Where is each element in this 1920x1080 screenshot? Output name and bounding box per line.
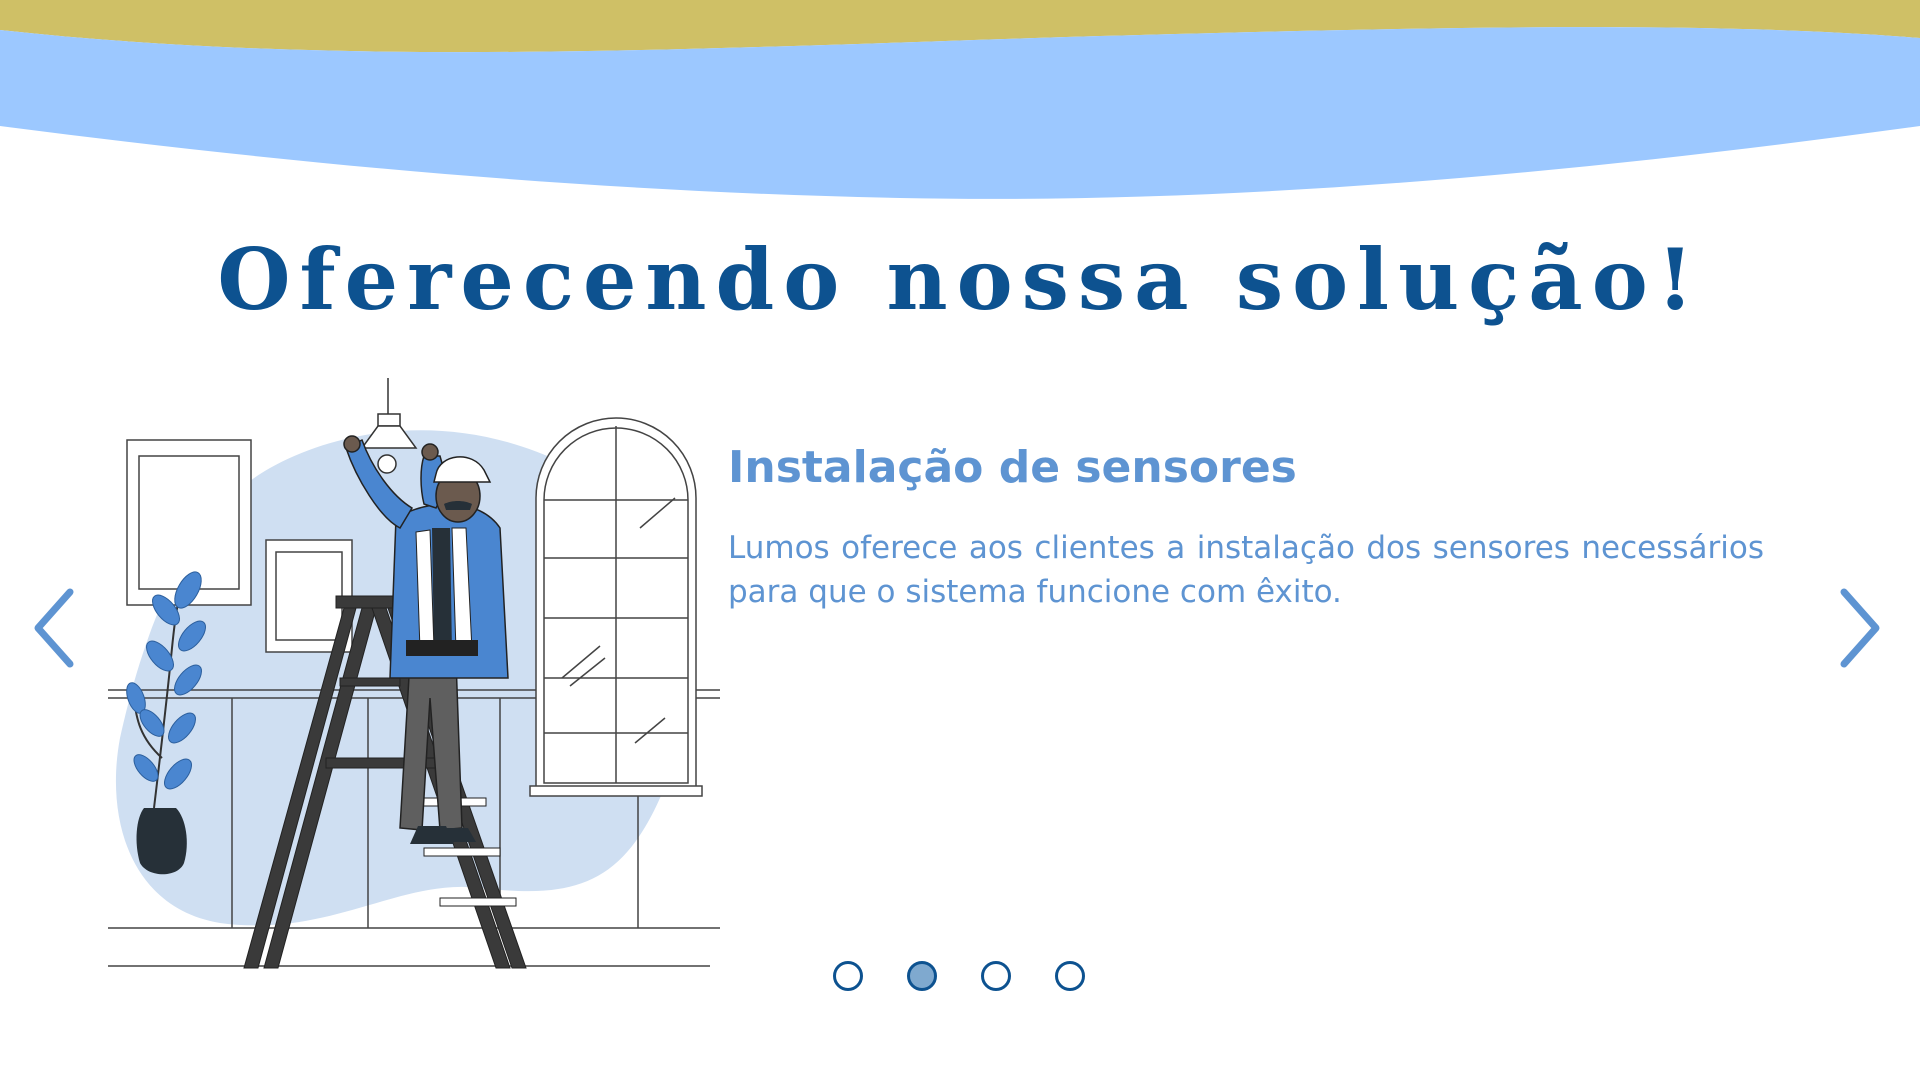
chevron-left-icon [34,588,74,668]
slide-text-block: Instalação de sensores Lumos oferece aos… [728,440,1764,614]
carousel-dot-3[interactable] [981,961,1011,991]
slide-description: Lumos oferece aos clientes a instalação … [728,530,1764,610]
arched-window [529,417,703,797]
carousel-dot-1[interactable] [833,961,863,991]
slide-heading: Instalação de sensores [728,442,1297,493]
blue-wave [0,27,1920,199]
decorative-top-waves [0,0,1920,199]
carousel-prev-button[interactable] [28,582,84,674]
carousel-pagination [833,961,1085,991]
page-title: Oferecendo nossa solução! [217,230,1703,329]
carousel-next-button[interactable] [1830,582,1886,674]
electrician-on-ladder-illustration [108,378,720,969]
carousel-dot-4[interactable] [1055,961,1085,991]
carousel-dot-2[interactable] [907,961,937,991]
chevron-right-icon [1840,588,1880,668]
slide-page: Oferecendo nossa solução! Instalação de … [0,0,1920,1080]
